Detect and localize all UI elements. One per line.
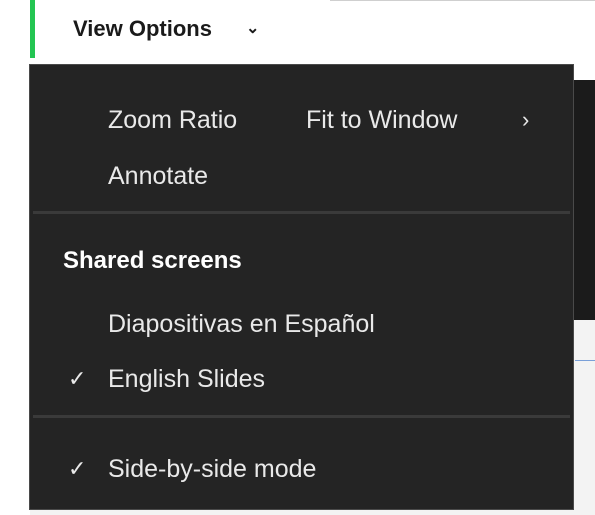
checkmark-icon: ✓ — [68, 366, 87, 391]
zoom-ratio-label: Zoom Ratio — [108, 105, 238, 134]
view-options-menu: Zoom Ratio Fit to Window › Annotate Shar… — [29, 64, 574, 510]
menu-divider — [33, 415, 570, 418]
menu-divider — [33, 211, 570, 214]
menu-item-screen-spanish[interactable]: Diapositivas en Español — [30, 302, 573, 346]
menu-item-screen-english[interactable]: ✓ English Slides — [30, 357, 573, 401]
top-divider — [330, 0, 595, 1]
left-margin — [0, 0, 30, 515]
side-by-side-label: Side-by-side mode — [108, 454, 317, 483]
checkmark-icon: ✓ — [68, 456, 87, 481]
chevron-down-icon: ⌄ — [245, 20, 260, 37]
chevron-right-icon: › — [522, 107, 530, 132]
zoom-ratio-value: Fit to Window — [306, 105, 458, 134]
annotate-label: Annotate — [108, 161, 209, 190]
menu-item-annotate[interactable]: Annotate — [30, 154, 573, 198]
menu-item-side-by-side[interactable]: ✓ Side-by-side mode — [30, 447, 573, 491]
background-rule — [575, 360, 595, 361]
view-options-label: View Options — [73, 16, 212, 41]
screen-label: Diapositivas en Español — [108, 309, 375, 338]
menu-item-zoom-ratio[interactable]: Zoom Ratio Fit to Window › — [30, 98, 573, 142]
shared-screens-heading: Shared screens — [63, 247, 242, 274]
view-options-button[interactable]: View Options ⌄ — [35, 0, 329, 58]
screen-label: English Slides — [108, 364, 266, 393]
